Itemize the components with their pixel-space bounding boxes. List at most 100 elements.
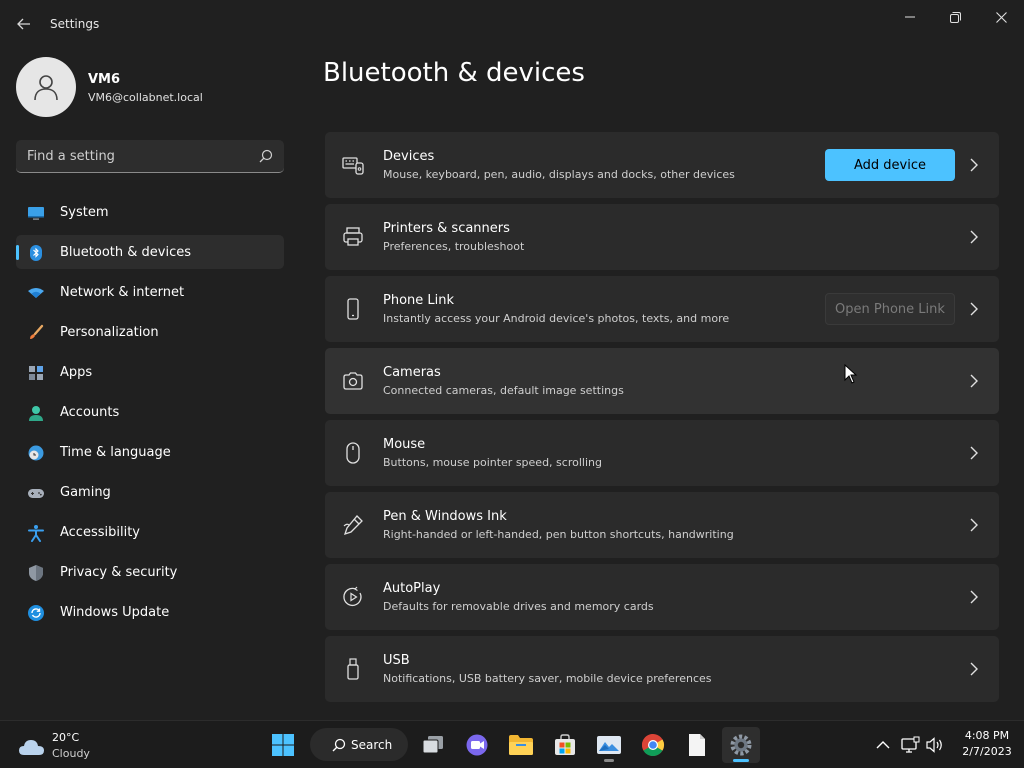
card-usb[interactable]: USB Notifications, USB battery saver, mo… (325, 636, 999, 702)
card-title: Printers & scanners (383, 221, 510, 236)
chevron-right-icon (970, 662, 978, 676)
pen-icon (343, 515, 363, 536)
search-icon (259, 149, 273, 163)
restore-button[interactable] (932, 4, 978, 30)
photos-button[interactable] (590, 727, 628, 763)
chevron-right-icon (970, 230, 978, 244)
sidebar-item-label: Privacy & security (60, 565, 178, 580)
sidebar-item-privacy[interactable]: Privacy & security (16, 555, 284, 589)
settings-window: Settings VM6 VM6@collabnet.local Find a … (0, 0, 1024, 720)
chevron-right-icon (970, 590, 978, 604)
user-icon (34, 75, 58, 101)
card-printers-scanners[interactable]: Printers & scanners Preferences, trouble… (325, 204, 999, 270)
sidebar-item-label: Time & language (60, 445, 171, 460)
card-mouse[interactable]: Mouse Buttons, mouse pointer speed, scro… (325, 420, 999, 486)
card-phone-link[interactable]: Phone Link Instantly access your Android… (325, 276, 999, 342)
notepad-button[interactable] (678, 727, 716, 763)
minimize-icon (905, 16, 915, 18)
sidebar-item-label: Personalization (60, 325, 159, 340)
card-title: Cameras (383, 365, 441, 380)
taskbar-search-label: Search (351, 738, 393, 752)
store-button[interactable] (546, 727, 584, 763)
start-button[interactable] (264, 727, 302, 763)
weather-widget[interactable]: 20°C Cloudy (18, 730, 138, 762)
sidebar-item-bluetooth[interactable]: Bluetooth & devices (16, 235, 284, 269)
card-subtitle: Preferences, troubleshoot (383, 240, 525, 253)
card-title: Pen & Windows Ink (383, 509, 507, 524)
sidebar-item-label: Bluetooth & devices (60, 245, 191, 260)
back-button[interactable] (10, 12, 38, 36)
open-phone-link-button[interactable]: Open Phone Link (825, 293, 955, 325)
card-title: Mouse (383, 437, 426, 452)
autoplay-icon (343, 586, 362, 606)
search-input[interactable]: Find a setting (16, 140, 284, 173)
card-subtitle: Right-handed or left-handed, pen button … (383, 528, 734, 541)
usb-icon (347, 658, 359, 680)
card-title: AutoPlay (383, 581, 441, 596)
network-icon[interactable] (900, 735, 920, 755)
taskbar-search[interactable]: Search (310, 728, 408, 761)
chevron-right-icon (970, 158, 978, 172)
sidebar-nav: System Bluetooth & devices Network & int… (16, 195, 284, 635)
back-arrow-icon (17, 18, 30, 30)
task-view-button[interactable] (414, 727, 452, 763)
card-pen-windows-ink[interactable]: Pen & Windows Ink Right-handed or left-h… (325, 492, 999, 558)
chat-icon (466, 734, 488, 756)
sidebar-item-label: Gaming (60, 485, 111, 500)
sidebar-item-time-language[interactable]: Time & language (16, 435, 284, 469)
chevron-right-icon (970, 374, 978, 388)
printer-icon (343, 227, 363, 246)
wifi-icon (28, 288, 44, 298)
sidebar-item-label: Accessibility (60, 525, 140, 540)
clock-date[interactable]: 2/7/2023 (958, 745, 1016, 758)
chrome-button[interactable] (634, 727, 672, 763)
file-explorer-button[interactable] (502, 727, 540, 763)
person-icon (29, 406, 43, 421)
taskbar: 20°C Cloudy Search 4:08 PM 2/7/2023 (0, 720, 1024, 768)
sidebar-item-label: Apps (60, 365, 93, 380)
weather-condition: Cloudy (52, 747, 90, 760)
close-button[interactable] (978, 4, 1024, 30)
notepad-icon (689, 734, 705, 756)
sidebar-item-apps[interactable]: Apps (16, 355, 284, 389)
running-indicator (604, 759, 614, 762)
title-bar: Settings (0, 0, 1024, 48)
page-title: Bluetooth & devices (323, 58, 585, 88)
card-devices[interactable]: Devices Mouse, keyboard, pen, audio, dis… (325, 132, 999, 198)
photos-icon (597, 736, 621, 754)
file-explorer-icon (509, 735, 533, 755)
volume-icon[interactable] (925, 735, 945, 755)
sidebar-item-windows-update[interactable]: Windows Update (16, 595, 284, 629)
globe-clock-icon (28, 445, 44, 461)
apps-icon (29, 366, 43, 380)
card-subtitle: Connected cameras, default image setting… (383, 384, 624, 397)
card-subtitle: Mouse, keyboard, pen, audio, displays an… (383, 168, 735, 181)
settings-icon (730, 734, 752, 756)
shield-icon (29, 565, 43, 581)
card-autoplay[interactable]: AutoPlay Defaults for removable drives a… (325, 564, 999, 630)
card-title: Phone Link (383, 293, 455, 308)
chevron-up-icon[interactable] (873, 735, 893, 755)
chat-button[interactable] (458, 727, 496, 763)
paintbrush-icon (30, 324, 44, 339)
settings-taskbar-button[interactable] (722, 727, 760, 763)
sidebar-item-network[interactable]: Network & internet (16, 275, 284, 309)
clock-time[interactable]: 4:08 PM (958, 729, 1016, 742)
monitor-icon (28, 207, 44, 220)
gamepad-icon (28, 489, 44, 498)
sidebar-item-system[interactable]: System (16, 195, 284, 229)
sidebar-item-label: Windows Update (60, 605, 170, 620)
sidebar-item-accounts[interactable]: Accounts (16, 395, 284, 429)
sidebar-item-accessibility[interactable]: Accessibility (16, 515, 284, 549)
chevron-right-icon (970, 302, 978, 316)
minimize-button[interactable] (887, 4, 933, 30)
sidebar-item-personalization[interactable]: Personalization (16, 315, 284, 349)
sidebar-item-label: System (60, 205, 109, 220)
mouse-icon (346, 442, 360, 464)
chevron-right-icon (970, 446, 978, 460)
sidebar-item-gaming[interactable]: Gaming (16, 475, 284, 509)
card-subtitle: Defaults for removable drives and memory… (383, 600, 654, 613)
user-email: VM6@collabnet.local (88, 91, 203, 104)
add-device-button[interactable]: Add device (825, 149, 955, 181)
card-cameras[interactable]: Cameras Connected cameras, default image… (325, 348, 999, 414)
